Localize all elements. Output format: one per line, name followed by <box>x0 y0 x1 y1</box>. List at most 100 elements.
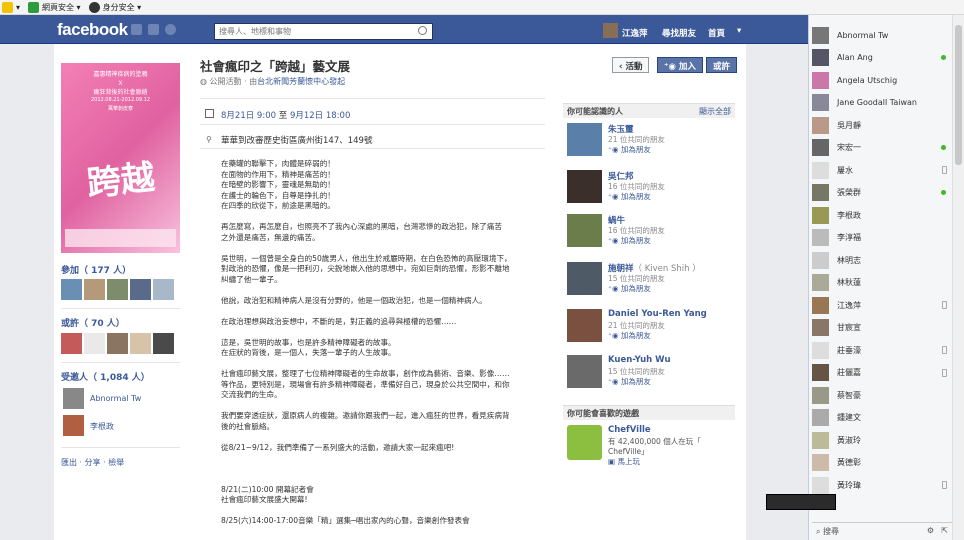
pymk-photo[interactable] <box>567 355 602 388</box>
pymk-add-friend[interactable]: ⁺◉ 加為朋友 <box>608 144 651 155</box>
home-link[interactable]: 首頁 <box>708 27 725 39</box>
account-menu-chevron-icon[interactable]: ▾ <box>737 26 741 36</box>
going-header[interactable]: 參加（ 177 人） <box>61 263 131 276</box>
chat-contact[interactable]: 鍾建文 <box>812 408 952 428</box>
maybe-avatar[interactable] <box>107 333 128 354</box>
page-scrollbar[interactable] <box>952 15 964 540</box>
invited-avatar[interactable] <box>63 388 84 409</box>
event-actions-links[interactable]: 匯出 · 分享 · 檢舉 <box>61 457 124 468</box>
going-avatar[interactable] <box>84 279 105 300</box>
invited-header[interactable]: 受邀人（ 1,084 人） <box>61 370 150 383</box>
going-avatar[interactable] <box>130 279 151 300</box>
chat-contact[interactable]: 吳月靜 <box>812 115 952 135</box>
chat-contact[interactable]: Jane Goodall Taiwan <box>812 93 952 113</box>
chat-search-input[interactable]: ⌕ 搜尋 ⚙ ⇱ <box>812 522 952 539</box>
user-avatar[interactable] <box>603 23 618 38</box>
pymk-photo[interactable] <box>567 170 602 203</box>
maybe-avatar[interactable] <box>130 333 151 354</box>
description-line: 在四季的欣從下，前途是黑暗的。 <box>221 201 335 210</box>
pymk-add-friend[interactable]: ⁺◉ 加為朋友 <box>608 376 651 387</box>
play-now-link[interactable]: ▣ 馬上玩 <box>608 456 640 467</box>
find-friends-link[interactable]: 尋找朋友 <box>662 27 696 39</box>
scrollbar-thumb[interactable] <box>955 25 962 165</box>
chat-contact-name: 鍾建文 <box>837 413 861 422</box>
settings-gear-icon[interactable]: ⚙ <box>927 526 934 535</box>
popout-icon[interactable]: ⇱ <box>941 526 948 535</box>
ime-language-bar[interactable] <box>766 494 836 510</box>
chat-contact[interactable]: 莊垂濠 <box>812 340 952 360</box>
chat-contact[interactable]: 屢水 <box>812 160 952 180</box>
pymk-add-friend[interactable]: ⁺◉ 加為朋友 <box>608 330 651 341</box>
chat-contact[interactable]: Angela Utschig <box>812 70 952 90</box>
messages-icon[interactable] <box>148 24 159 35</box>
event-poster[interactable]: 嘉惠精神疾病的塗鴉 Ｘ 瘋狂背後的社會脈絡 2012.08.21-2012.09… <box>61 63 180 253</box>
description-line <box>221 432 551 443</box>
invited-avatar[interactable] <box>63 415 84 436</box>
invited-person-name[interactable]: 李根政 <box>90 421 114 432</box>
chat-contact[interactable]: 李根政 <box>812 205 952 225</box>
chat-contact[interactable]: 宋宏一 <box>812 138 952 158</box>
pymk-name[interactable]: Daniel You-Ren Yang <box>608 309 707 319</box>
identity-safety-button[interactable]: 身分安全 ▾ <box>88 1 141 13</box>
going-avatar[interactable] <box>61 279 82 300</box>
pymk-add-friend[interactable]: ⁺◉ 加為朋友 <box>608 235 651 246</box>
notifications-icon[interactable] <box>165 24 176 35</box>
chat-contact[interactable]: 蔡智豪 <box>812 385 952 405</box>
see-all-link[interactable]: 顯示全部 <box>699 106 731 117</box>
browser-toolbar: ▾ 網頁安全 ▾ 身分安全 ▾ <box>0 0 964 15</box>
host-link[interactable]: 台北新聞芳蘭懷中心發起 <box>257 77 345 86</box>
description-line: 吳世明，一個曾是全身白的50歲男人，他出生於戒嚴時期，在白色恐怖的高壓環境下， <box>221 253 512 263</box>
going-avatar[interactable] <box>153 279 174 300</box>
maybe-button[interactable]: 或許 <box>706 57 738 73</box>
chat-contact[interactable]: 李淳福 <box>812 228 952 248</box>
chat-contact[interactable]: 黃德彰 <box>812 453 952 473</box>
pymk-photo[interactable] <box>567 214 602 247</box>
description-line: 我們要穿透症狀，還原病人的複雜。邀請你跟我們一起，進入瘋狂的世界，看見疾病背 <box>221 411 510 420</box>
pymk-add-friend[interactable]: ⁺◉ 加為朋友 <box>608 191 651 202</box>
chat-contact-name: 張榮群 <box>837 188 861 197</box>
mobile-status-icon <box>942 368 947 377</box>
maybe-header[interactable]: 或許（ 70 人） <box>61 316 125 329</box>
chat-contact[interactable]: Alan Ang <box>812 48 952 68</box>
chat-contact[interactable]: 江逸萍 <box>812 295 952 315</box>
going-avatar[interactable] <box>107 279 128 300</box>
description-line: 8/25(六)14:00-17:00音樂「精」選集─唱出家內的心聲，音樂創作發表… <box>221 516 470 525</box>
web-safety-button[interactable]: 網頁安全 ▾ <box>28 1 81 13</box>
pymk-add-friend[interactable]: ⁺◉ 加為朋友 <box>608 283 651 294</box>
join-button[interactable]: ⁺◉ 加入 <box>657 57 703 73</box>
chat-contact-name: 甘宸宣 <box>837 323 861 332</box>
search-icon[interactable] <box>418 26 427 35</box>
pymk-photo[interactable] <box>567 123 602 156</box>
event-location[interactable]: 華華到改審歷史街區廣州街147、149號 <box>221 134 372 146</box>
maybe-avatar[interactable] <box>61 333 82 354</box>
chat-contact-name: 屢水 <box>837 165 853 175</box>
chefville-icon[interactable] <box>567 425 602 460</box>
chat-contact[interactable]: 莊儷嘉 <box>812 363 952 383</box>
pymk-add-label: 加為朋友 <box>620 331 651 340</box>
browser-tools-button[interactable]: ▾ <box>2 1 20 13</box>
chat-contact[interactable]: 甘宸宣 <box>812 318 952 338</box>
mobile-status-icon <box>942 481 947 489</box>
chat-contact[interactable]: 黃玲瑋 <box>812 475 952 495</box>
invited-person-name[interactable]: Abnormal Tw <box>90 394 141 403</box>
game-name[interactable]: ChefVille <box>608 425 651 435</box>
chat-contact[interactable]: 黃淑玲 <box>812 430 952 450</box>
maybe-avatar[interactable] <box>84 333 105 354</box>
event-back-button[interactable]: ‹ 活動 <box>612 57 650 73</box>
pymk-photo[interactable] <box>567 309 602 342</box>
facebook-logo[interactable]: facebook <box>57 20 128 40</box>
chat-avatar <box>812 161 829 179</box>
chat-contact[interactable]: Abnormal Tw <box>812 25 952 45</box>
chat-contact-name: 蔡智豪 <box>837 390 861 400</box>
chat-contact[interactable]: 林秋蓮 <box>812 273 952 293</box>
profile-link[interactable]: 江逸萍 <box>622 27 648 39</box>
pymk-photo[interactable] <box>567 262 602 295</box>
chat-contact[interactable]: 林明志 <box>812 250 952 270</box>
search-input[interactable]: 搜尋人、地標和事物 <box>214 23 433 40</box>
maybe-avatar[interactable] <box>153 333 174 354</box>
chat-contact[interactable]: 張榮群 <box>812 183 952 203</box>
pymk-name[interactable]: Kuen-Yuh Wu <box>608 355 671 365</box>
chat-contact-name: 黃德彰 <box>837 458 861 467</box>
description-line: 8/21(二)10:00 開幕記者會 <box>221 484 314 494</box>
friend-requests-icon[interactable] <box>131 24 142 35</box>
